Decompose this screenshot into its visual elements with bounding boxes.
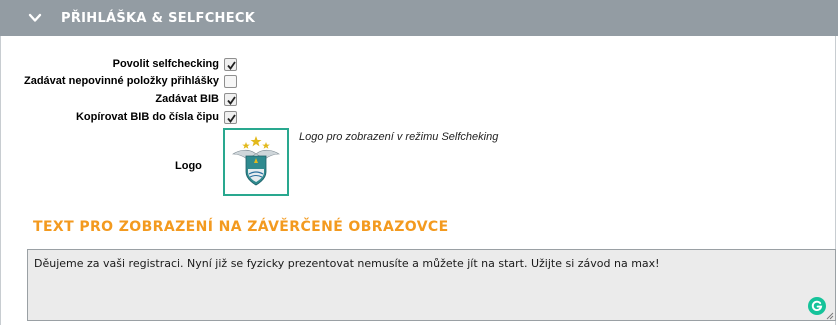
- option-row-copy-bib: Kopírovat BIB do čísla čipu: [0, 110, 219, 126]
- club-logo-image: [232, 136, 280, 186]
- resize-handle-icon[interactable]: [826, 312, 834, 320]
- option-row-selfchecking: Povolit selfchecking: [0, 57, 219, 73]
- option-label: Zadávat nepovinné položky přihlášky: [24, 75, 219, 87]
- chevron-down-icon[interactable]: [28, 11, 42, 25]
- grammarly-icon[interactable]: [808, 297, 826, 315]
- option-label: Kopírovat BIB do čísla čipu: [75, 111, 219, 123]
- option-row-optional-items: Zadávat nepovinné položky přihlášky: [0, 74, 219, 90]
- logo-upload[interactable]: [223, 128, 289, 196]
- optional-items-checkbox[interactable]: [224, 75, 237, 88]
- checkmark-icon: [227, 114, 236, 123]
- copy-bib-checkbox[interactable]: [224, 111, 237, 124]
- logo-hint-text: Logo pro zobrazení v režimu Selfcheking: [299, 131, 499, 143]
- option-row-bib: Zadávat BIB: [0, 92, 219, 108]
- checkmark-icon: [227, 61, 236, 70]
- option-label: Povolit selfchecking: [112, 58, 219, 70]
- bib-checkbox[interactable]: [224, 93, 237, 106]
- checkmark-icon: [227, 96, 236, 105]
- logo-label: Logo: [175, 160, 202, 172]
- grammarly-g-glyph: [811, 300, 823, 311]
- section-title: PŘIHLÁŠKA & SELFCHECK: [61, 11, 256, 26]
- option-label: Zadávat BIB: [155, 93, 219, 105]
- final-screen-heading: TEXT PRO ZOBRAZENÍ NA ZÁVĚRČENÉ OBRAZOVC…: [33, 219, 449, 235]
- selfchecking-checkbox[interactable]: [224, 58, 237, 71]
- section-header[interactable]: PŘIHLÁŠKA & SELFCHECK: [0, 0, 838, 36]
- final-screen-textarea[interactable]: Děujeme za vaši registraci. Nyní již se …: [27, 249, 836, 321]
